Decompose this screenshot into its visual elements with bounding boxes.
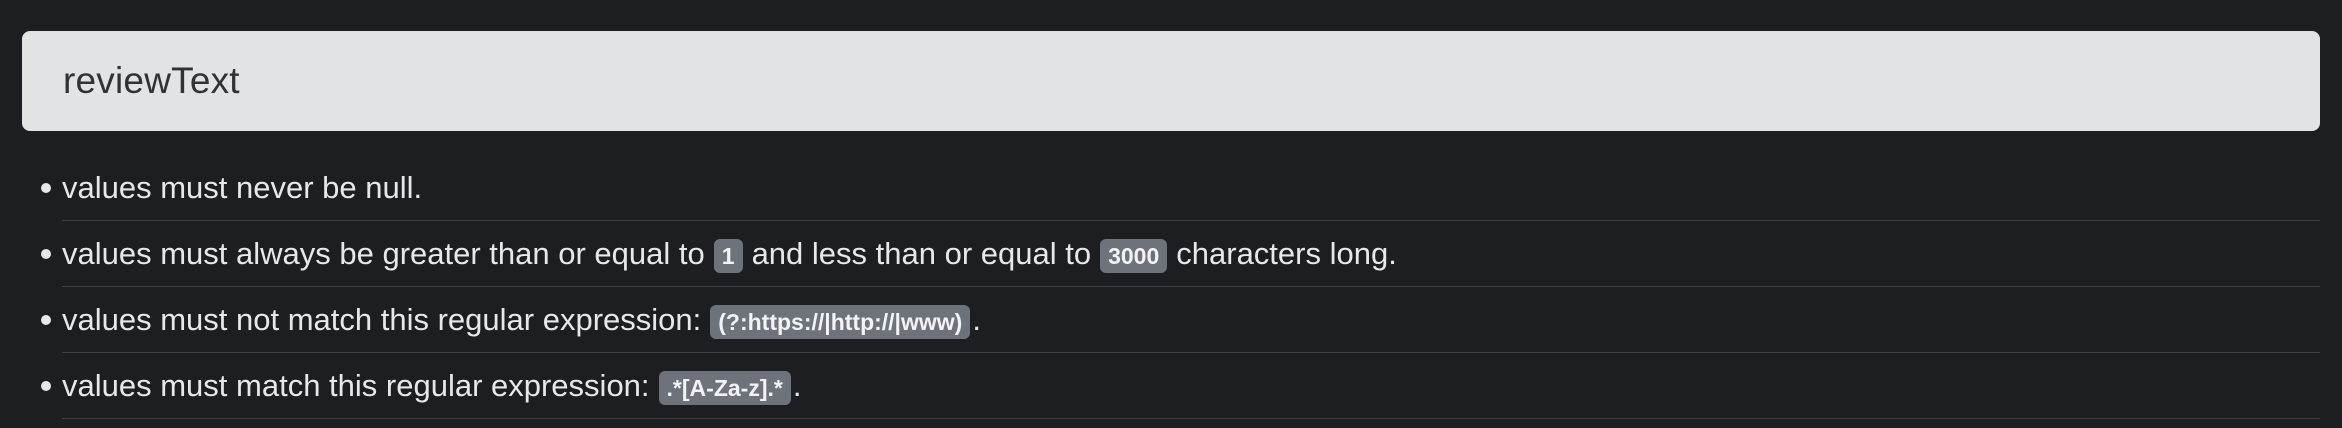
bullet-icon bbox=[41, 380, 51, 391]
min-length-value: 1 bbox=[713, 238, 743, 273]
rule-text-prefix: values must not match this regular expre… bbox=[62, 301, 702, 337]
bullet-icon bbox=[41, 248, 51, 259]
bullet-icon bbox=[41, 314, 51, 325]
rule-length-range: values must always be greater than or eq… bbox=[41, 221, 2320, 287]
regex-pattern: (?:https://|http://|www) bbox=[710, 304, 971, 339]
bullet-icon bbox=[41, 182, 51, 193]
field-header: reviewText bbox=[22, 31, 2320, 131]
rule-text: values must never be null. bbox=[62, 169, 423, 205]
max-length-value: 3000 bbox=[1100, 238, 1168, 273]
rule-text-suffix: . bbox=[972, 301, 981, 337]
rule-text-prefix: values must match this regular expressio… bbox=[62, 367, 650, 403]
rule-not-match-regex: values must not match this regular expre… bbox=[41, 287, 2320, 353]
rule-match-regex: values must match this regular expressio… bbox=[41, 353, 2320, 419]
field-name-title: reviewText bbox=[63, 60, 240, 101]
rule-text-suffix: characters long. bbox=[1176, 235, 1397, 271]
rule-text-suffix: . bbox=[792, 367, 802, 403]
validation-rules-list: values must never be null. values must a… bbox=[0, 155, 2342, 419]
rule-not-null: values must never be null. bbox=[41, 155, 2320, 221]
rule-text-prefix: values must always be greater than or eq… bbox=[62, 235, 705, 271]
rule-text-middle: and less than or equal to bbox=[751, 235, 1092, 271]
regex-pattern: .*[A-Za-z].* bbox=[658, 370, 791, 405]
